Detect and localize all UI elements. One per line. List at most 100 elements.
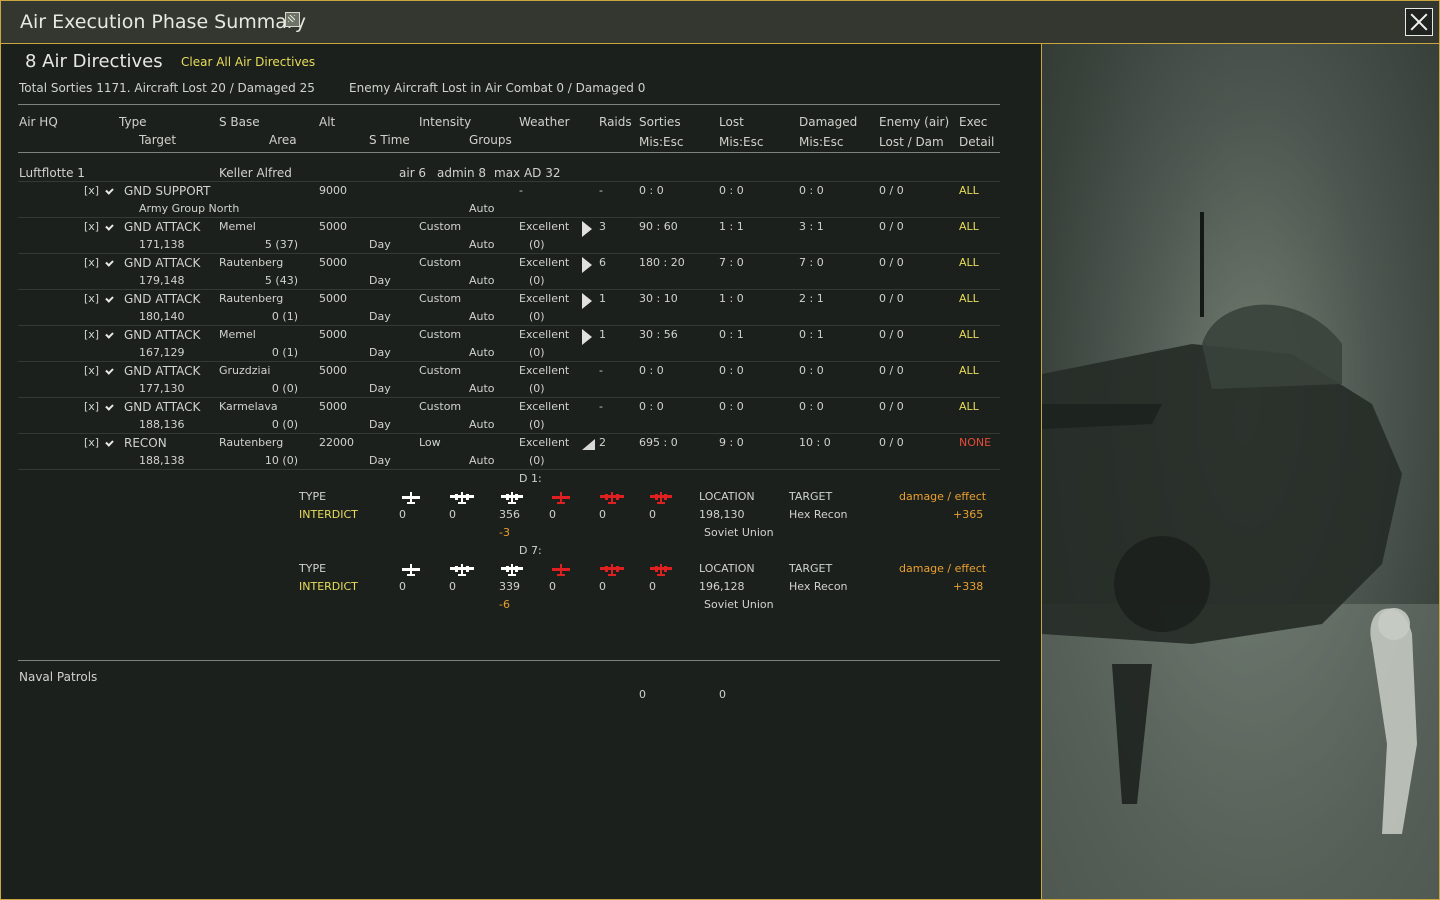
- directive-exec[interactable]: ALL: [959, 184, 979, 197]
- directive-weather: Excellent: [519, 436, 570, 449]
- directive-alt: 5000: [319, 400, 347, 413]
- hq-name[interactable]: Luftflotte 1: [19, 166, 85, 180]
- directive-damaged: 3 : 1: [799, 220, 824, 233]
- directive-base: Rautenberg: [219, 292, 284, 305]
- directive-raids: -: [599, 184, 603, 197]
- directive-raids: -: [599, 364, 603, 377]
- directive-type[interactable]: GND ATTACK: [124, 328, 200, 342]
- checkbox-icon[interactable]: [106, 259, 114, 265]
- raid-arrow-icon[interactable]: [582, 293, 592, 309]
- close-button[interactable]: [1405, 8, 1433, 36]
- directive-exec[interactable]: ALL: [959, 364, 979, 377]
- directive-target: 188,138: [139, 454, 185, 467]
- detail-country: Soviet Union: [704, 598, 774, 611]
- directive-toggle[interactable]: [x]: [84, 184, 99, 197]
- directive-toggle[interactable]: [x]: [84, 400, 99, 413]
- checkbox-icon[interactable]: [106, 439, 114, 445]
- raid-arrow-icon[interactable]: [582, 257, 592, 273]
- detail-location: 196,128: [699, 580, 745, 593]
- directive-lost: 0 : 0: [719, 400, 744, 413]
- header-damaged-sub: Mis:Esc: [799, 135, 844, 149]
- directive-toggle[interactable]: [x]: [84, 292, 99, 305]
- directive-toggle[interactable]: [x]: [84, 256, 99, 269]
- directive-type[interactable]: GND SUPPORT: [124, 184, 210, 198]
- clear-all-button[interactable]: Clear All Air Directives: [181, 55, 315, 69]
- naval-lost: 0: [719, 688, 726, 701]
- checkbox-icon[interactable]: [106, 295, 114, 301]
- directive-toggle[interactable]: [x]: [84, 364, 99, 377]
- directive-sorties: 0 : 0: [639, 364, 664, 377]
- header-exec-sub: Detail: [959, 135, 995, 149]
- directive-stime: Day: [369, 346, 391, 359]
- checkbox-icon[interactable]: [106, 331, 114, 337]
- directive-lost: 0 : 1: [719, 328, 744, 341]
- detail-count: 356: [499, 508, 520, 521]
- directive-enemy: 0 / 0: [879, 364, 904, 377]
- row-divider: [18, 469, 1000, 470]
- header-exec: Exec: [959, 115, 988, 129]
- directive-alt: 9000: [319, 184, 347, 197]
- directive-damaged: 7 : 0: [799, 256, 824, 269]
- directive-target: 171,138: [139, 238, 185, 251]
- directive-alt: 5000: [319, 292, 347, 305]
- directive-area: 0 (0): [271, 418, 298, 431]
- friendly-aircraft-icon: [449, 491, 474, 505]
- directive-area: 5 (37): [264, 238, 298, 251]
- directive-intensity: Custom: [419, 256, 462, 269]
- directive-type[interactable]: GND ATTACK: [124, 292, 200, 306]
- directive-exec[interactable]: ALL: [959, 292, 979, 305]
- header-s-time: S Time: [369, 133, 410, 147]
- directive-raids: 1: [599, 328, 606, 341]
- directive-raids: 3: [599, 220, 606, 233]
- directives-count: 8 Air Directives: [25, 51, 163, 72]
- directive-weather: Excellent: [519, 292, 570, 305]
- directive-exec[interactable]: ALL: [959, 256, 979, 269]
- detail-day: D 1:: [519, 472, 542, 485]
- header-damaged: Damaged: [799, 115, 858, 129]
- hq-max-ad: max AD 32: [494, 166, 561, 180]
- directive-target: 167,129: [139, 346, 185, 359]
- raid-triangle-icon[interactable]: [582, 439, 595, 450]
- directive-type[interactable]: GND ATTACK: [124, 400, 200, 414]
- directive-groups: Auto: [469, 310, 495, 323]
- checkbox-icon[interactable]: [106, 367, 114, 373]
- detail-type-label: TYPE: [299, 490, 327, 503]
- directive-exec[interactable]: ALL: [959, 400, 979, 413]
- raid-arrow-icon[interactable]: [582, 221, 592, 237]
- directive-alt: 5000: [319, 328, 347, 341]
- header-s-base: S Base: [219, 115, 260, 129]
- header-air-hq: Air HQ: [19, 115, 58, 129]
- detail-count: 0: [399, 508, 406, 521]
- directive-toggle[interactable]: [x]: [84, 328, 99, 341]
- directive-type[interactable]: GND ATTACK: [124, 256, 200, 270]
- checkbox-icon[interactable]: [106, 223, 114, 229]
- directive-type[interactable]: RECON: [124, 436, 167, 450]
- directive-exec[interactable]: ALL: [959, 220, 979, 233]
- header-raids: Raids: [599, 115, 632, 129]
- directive-damaged: 0 : 0: [799, 400, 824, 413]
- detail-location-label: LOCATION: [699, 490, 755, 503]
- detail-count: 0: [449, 580, 456, 593]
- detail-effect: +338: [953, 580, 984, 593]
- enemy-aircraft-icon: [649, 491, 672, 505]
- detail-delta: -3: [499, 526, 510, 539]
- directive-stime: Day: [369, 418, 391, 431]
- directive-type[interactable]: GND ATTACK: [124, 220, 200, 234]
- totals-text: Total Sorties 1171. Aircraft Lost 20 / D…: [19, 81, 315, 95]
- directive-weather-sub: (0): [529, 346, 545, 359]
- header-separator: [18, 152, 1000, 153]
- directive-exec[interactable]: NONE: [959, 436, 991, 449]
- raid-arrow-icon[interactable]: [582, 329, 592, 345]
- directive-enemy: 0 / 0: [879, 256, 904, 269]
- directive-exec[interactable]: ALL: [959, 328, 979, 341]
- row-divider: [18, 181, 1000, 182]
- checkbox-icon[interactable]: [106, 187, 114, 193]
- directive-intensity: Custom: [419, 328, 462, 341]
- detail-count: 0: [599, 508, 606, 521]
- directive-toggle[interactable]: [x]: [84, 436, 99, 449]
- checkbox-icon[interactable]: [106, 403, 114, 409]
- header-enemy-sub: Lost / Dam: [879, 135, 944, 149]
- directive-type[interactable]: GND ATTACK: [124, 364, 200, 378]
- directive-groups: Auto: [469, 202, 495, 215]
- directive-toggle[interactable]: [x]: [84, 220, 99, 233]
